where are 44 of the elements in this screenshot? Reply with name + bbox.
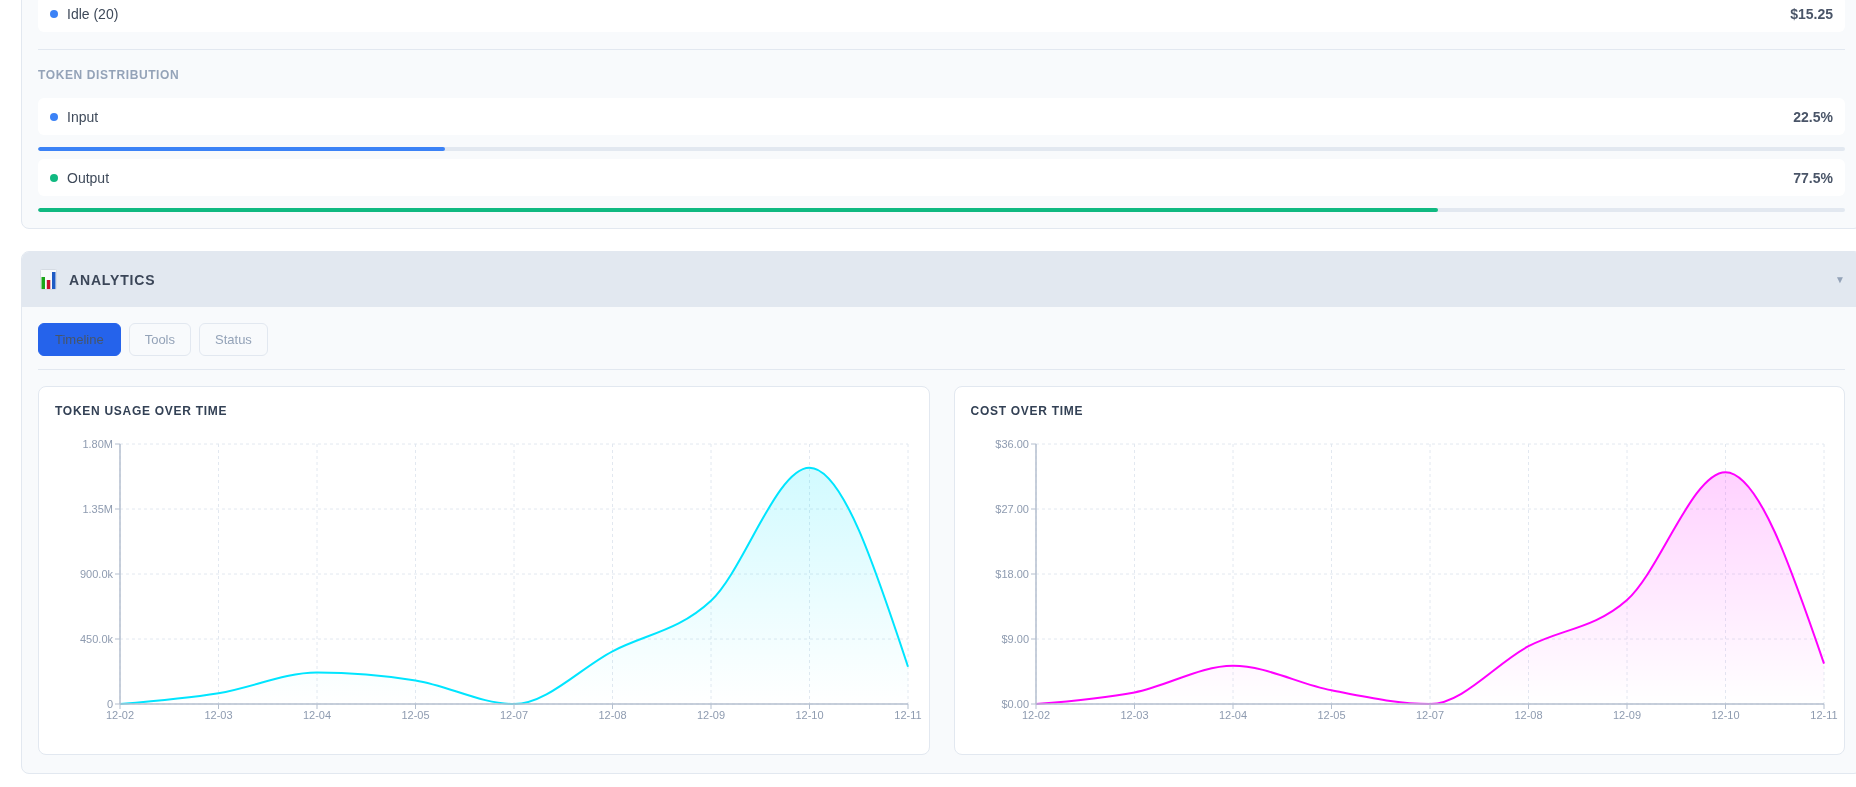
axis-label: 1.35M — [82, 503, 113, 515]
axis-label: $36.00 — [994, 438, 1029, 450]
caret-icon[interactable]: ▼ — [1835, 273, 1845, 286]
axis-label: 12-03 — [204, 709, 233, 721]
axis-label: 12-07 — [499, 709, 529, 721]
row-label: Input — [67, 107, 99, 127]
axis-label: 12-04 — [1218, 709, 1247, 721]
axis-label: $0.00 — [1000, 698, 1029, 710]
axis-label: 12-08 — [598, 709, 627, 721]
axis-label: 12-09 — [696, 709, 726, 721]
axis-label: 450.0k — [79, 633, 113, 645]
axis-label: 12-09 — [1612, 709, 1641, 721]
bar-chart-icon — [40, 269, 57, 290]
axis-label: 900.0k — [79, 568, 113, 580]
axis-label: 12-05 — [401, 709, 430, 721]
axis-label: 12-07 — [1415, 709, 1444, 721]
axis-label: 12-05 — [1316, 709, 1346, 721]
axis-label: 12-02 — [105, 709, 135, 721]
tab[interactable]: Tools — [128, 323, 191, 356]
axis-label: 12-10 — [1710, 709, 1740, 721]
row-label: Output — [67, 168, 110, 188]
section-header[interactable]: ANALYTICS ▼ — [22, 252, 1856, 307]
row-value: $15.25 — [1790, 5, 1833, 24]
tab[interactable]: Timeline — [38, 323, 121, 356]
axis-label: 12-08 — [1513, 709, 1543, 721]
row-label: Idle (20) — [67, 5, 119, 24]
chart-title: COST OVER TIME — [970, 403, 1085, 419]
axis-label: 1.80M — [82, 438, 113, 450]
axis-label: $9.00 — [1000, 633, 1029, 645]
axis-label: 12-10 — [795, 709, 824, 721]
row-value: 22.5% — [1793, 107, 1833, 127]
chart-title: TOKEN USAGE OVER TIME — [55, 403, 229, 419]
axis-label: $27.00 — [994, 503, 1029, 515]
row-value: 77.5% — [1793, 168, 1833, 188]
axis-label: 12-11 — [894, 709, 922, 721]
axis-label: 0 — [106, 698, 113, 710]
section-heading: TOKEN DISTRIBUTION — [38, 67, 181, 83]
axis-label: $18.00 — [994, 568, 1029, 580]
axis-label: 12-03 — [1119, 709, 1149, 721]
tab[interactable]: Status — [199, 323, 268, 356]
axis-label: 12-11 — [1809, 709, 1838, 721]
section-title: ANALYTICS — [69, 270, 156, 290]
axis-label: 12-02 — [1021, 709, 1050, 721]
axis-label: 12-04 — [302, 709, 332, 721]
